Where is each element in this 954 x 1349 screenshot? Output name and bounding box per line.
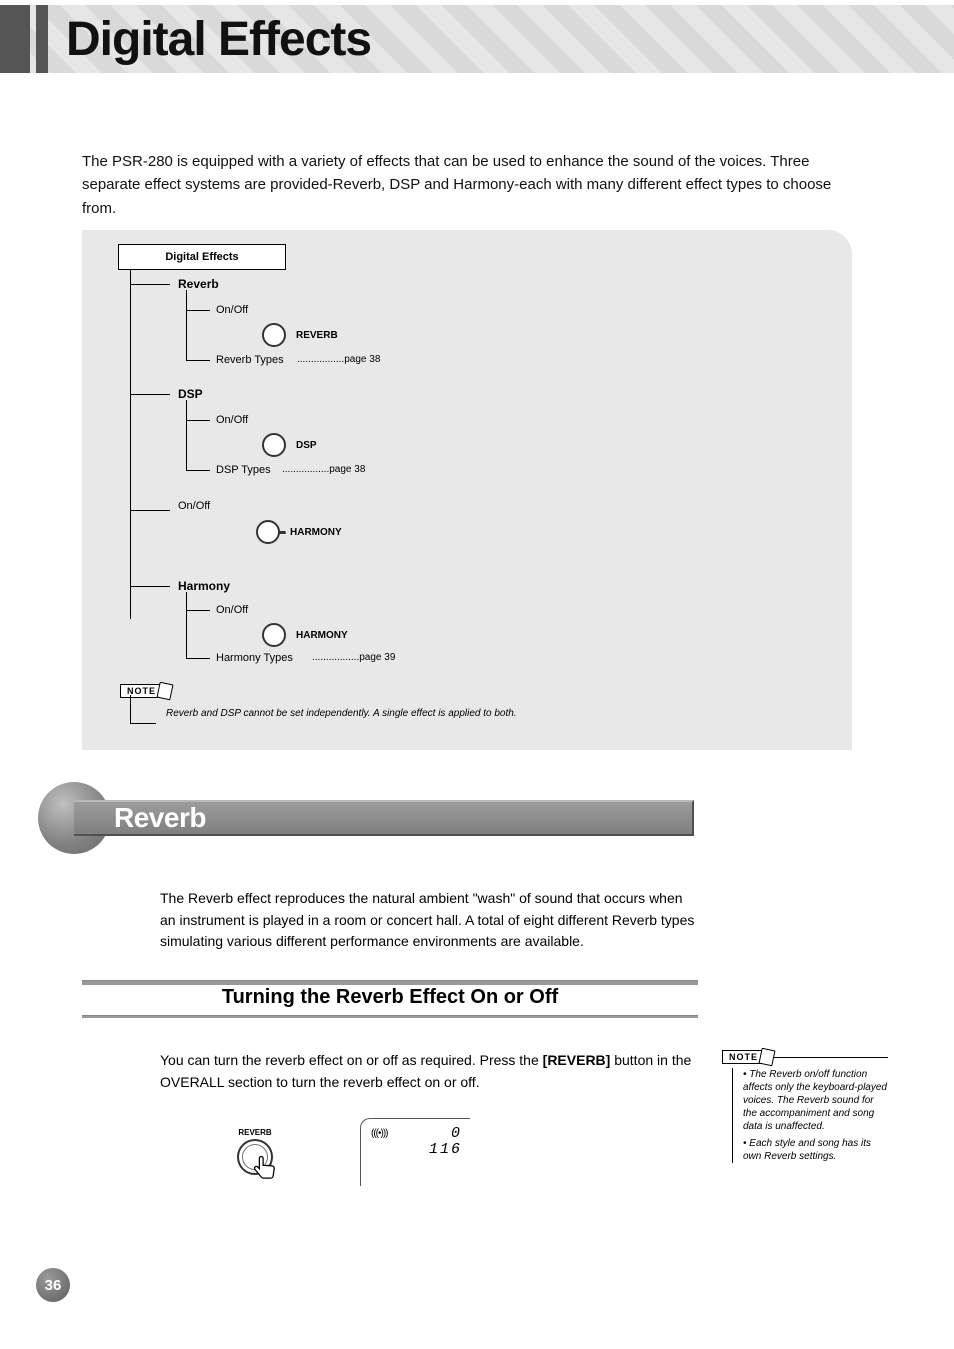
tree-line xyxy=(130,269,131,619)
note-tag: NOTE xyxy=(120,681,163,699)
tree-line xyxy=(130,695,131,723)
reverb-icon: (((•))) xyxy=(371,1128,387,1139)
reverb-button-illustration: REVERB xyxy=(210,1128,300,1175)
diagram-types-harmony: Harmony Types xyxy=(216,652,293,664)
diagram-types-dsp: DSP Types xyxy=(216,464,271,476)
diagram-node-reverb: Reverb xyxy=(178,277,219,291)
knob-icon xyxy=(262,323,286,347)
subheading: Turning the Reverb Effect On or Off xyxy=(82,980,698,1018)
illustration-row: REVERB (((•))) 0 116 xyxy=(210,1118,510,1200)
tree-line xyxy=(186,610,210,611)
tree-line xyxy=(130,723,156,724)
diagram-switch-harmony: HARMONY xyxy=(252,520,342,544)
tree-line xyxy=(186,592,187,658)
diagram-pgref-harmony: .................page 39 xyxy=(312,652,395,664)
diagram-switch-dsp: DSP xyxy=(258,433,317,457)
section-description: The Reverb effect reproduces the natural… xyxy=(160,888,696,953)
knob-icon xyxy=(262,623,286,647)
tree-line xyxy=(130,510,170,511)
tree-line xyxy=(130,586,170,587)
hand-pointer-icon xyxy=(250,1154,280,1184)
banner-bar-small xyxy=(36,5,48,73)
knob-icon xyxy=(256,520,280,544)
section-header-reverb: Reverb xyxy=(36,788,676,844)
rule xyxy=(82,980,698,985)
tree-line xyxy=(186,290,187,360)
subheading-text: Turning the Reverb Effect On or Off xyxy=(82,986,698,1009)
diagram-onoff: On/Off xyxy=(216,414,248,426)
diagram-switch-reverb: REVERB xyxy=(258,323,338,347)
side-note: NOTE • The Reverb on/off function affect… xyxy=(714,1050,888,1163)
page-title: Digital Effects xyxy=(66,12,371,67)
tree-line xyxy=(130,284,170,285)
side-note-line: • The Reverb on/off function affects onl… xyxy=(743,1068,888,1133)
note-tag: NOTE xyxy=(722,1050,765,1064)
diagram-pgref-reverb: .................page 38 xyxy=(297,354,380,366)
knob-icon xyxy=(262,433,286,457)
diagram-node-dsp: DSP xyxy=(178,387,203,401)
intro-paragraph: The PSR-280 is equipped with a variety o… xyxy=(82,150,852,220)
diagram-pgref-dsp: .................page 38 xyxy=(282,464,365,476)
tree-line xyxy=(186,400,187,470)
diagram-switch-harmony: HARMONY xyxy=(258,623,348,647)
lcd-readout: (((•))) 0 116 xyxy=(360,1118,470,1186)
diagram-note: Reverb and DSP cannot be set independent… xyxy=(166,707,686,721)
rule xyxy=(773,1057,888,1058)
tree-line xyxy=(186,658,210,659)
rule xyxy=(82,1015,698,1018)
tree-line xyxy=(186,470,210,471)
diagram-root: Digital Effects xyxy=(118,244,286,270)
page-number: 36 xyxy=(36,1268,70,1302)
diagram-panel: Digital Effects Reverb On/Off REVERB Rev… xyxy=(82,230,852,750)
side-note-line: • Each style and song has its own Reverb… xyxy=(743,1137,888,1163)
tree-line xyxy=(186,360,210,361)
diagram-onoff: On/Off xyxy=(178,500,210,512)
diagram-onoff: On/Off xyxy=(216,304,248,316)
tree-line xyxy=(186,310,210,311)
tree-line xyxy=(186,420,210,421)
tree-line xyxy=(130,394,170,395)
diagram-types-reverb: Reverb Types xyxy=(216,354,284,366)
banner-bar-dark xyxy=(0,5,30,73)
section-bar: Reverb xyxy=(74,800,694,836)
diagram-onoff: On/Off xyxy=(216,604,248,616)
diagram-node-harmony: Harmony xyxy=(178,579,230,593)
title-banner: Digital Effects xyxy=(0,5,954,73)
subsection-description: You can turn the reverb effect on or off… xyxy=(160,1050,696,1093)
section-title: Reverb xyxy=(114,802,206,834)
